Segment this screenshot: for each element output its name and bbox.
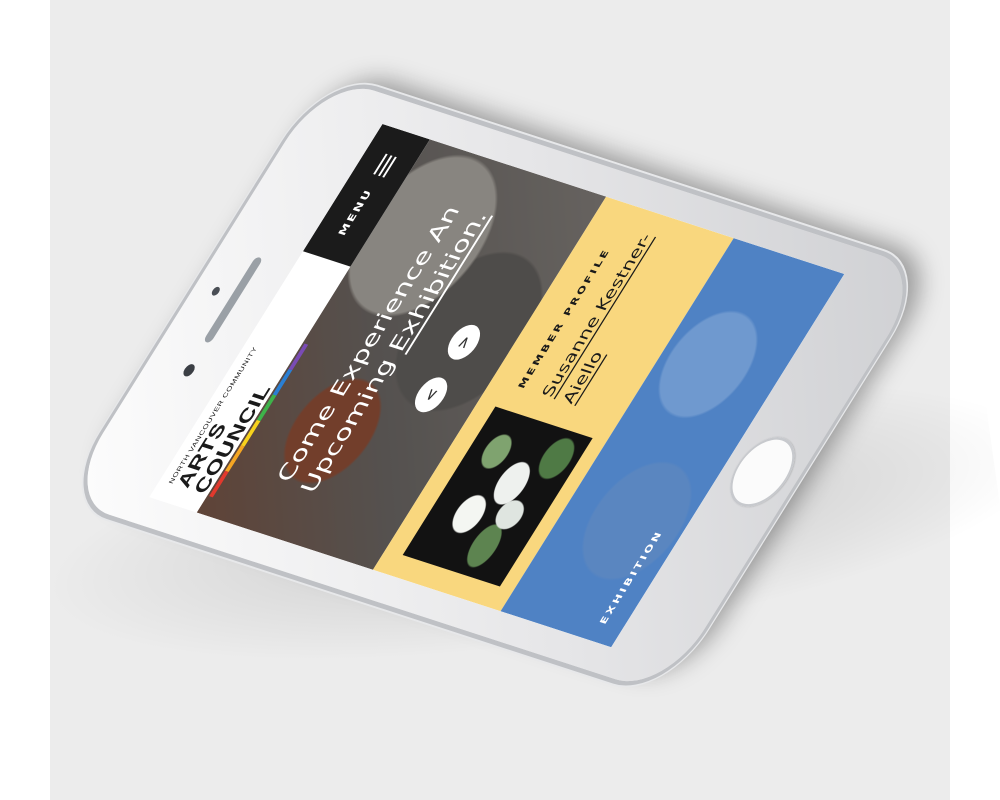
slider-prev-button[interactable]: < (408, 373, 454, 416)
chevron-left-icon: < (420, 386, 442, 404)
hamburger-menu-icon (373, 153, 397, 178)
slider-controls: < > (408, 321, 487, 416)
chevron-right-icon: > (453, 333, 475, 351)
menu-label: MENU (336, 187, 376, 237)
slider-next-button[interactable]: > (441, 321, 487, 364)
